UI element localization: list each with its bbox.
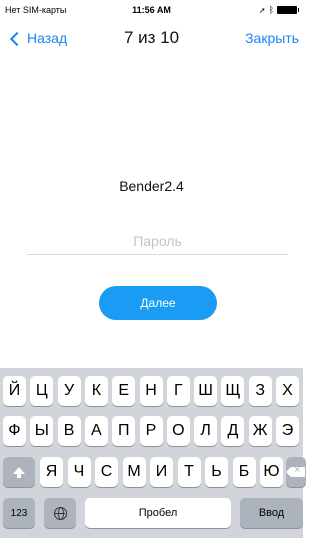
status-icons: ➚ ᛒ xyxy=(258,5,299,15)
key-И[interactable]: И xyxy=(150,457,173,487)
key-Ф[interactable]: Ф xyxy=(3,416,26,446)
key-А[interactable]: А xyxy=(84,416,108,446)
globe-icon xyxy=(53,506,67,520)
key-Л[interactable]: Л xyxy=(194,416,218,446)
key-Ч[interactable]: Ч xyxy=(67,457,91,487)
key-Ш[interactable]: Ш xyxy=(194,376,218,406)
status-bar: Нет SIM-карты 11:56 AM ➚ ᛒ xyxy=(0,0,303,20)
password-field[interactable] xyxy=(27,228,288,255)
key-Ю[interactable]: Ю xyxy=(260,457,283,487)
key-Щ[interactable]: Щ xyxy=(221,376,245,406)
key-У[interactable]: У xyxy=(57,376,81,406)
key-З[interactable]: З xyxy=(248,376,272,406)
chevron-left-icon xyxy=(9,31,25,46)
key-С[interactable]: С xyxy=(95,457,118,487)
numbers-key[interactable]: 123 xyxy=(3,498,35,528)
back-label: Назад xyxy=(27,30,68,46)
shift-key[interactable] xyxy=(3,457,35,487)
key-Н[interactable]: Н xyxy=(139,376,163,406)
key-Я[interactable]: Я xyxy=(40,457,63,487)
key-П[interactable]: П xyxy=(112,416,136,446)
key-К[interactable]: К xyxy=(84,376,108,406)
close-button[interactable]: Закрыть xyxy=(245,30,299,46)
key-Ы[interactable]: Ы xyxy=(30,416,54,446)
space-key[interactable]: Пробел xyxy=(85,498,231,528)
key-Ц[interactable]: Ц xyxy=(30,376,54,406)
key-В[interactable]: В xyxy=(57,416,81,446)
key-М[interactable]: М xyxy=(122,457,146,487)
key-Р[interactable]: Р xyxy=(139,416,163,446)
key-Й[interactable]: Й xyxy=(3,376,26,406)
shift-icon xyxy=(13,466,25,478)
enter-key[interactable]: Ввод xyxy=(240,498,303,528)
key-Е[interactable]: Е xyxy=(112,376,136,406)
battery-icon xyxy=(277,6,299,14)
location-icon: ➚ xyxy=(258,5,266,15)
next-button[interactable]: Далее xyxy=(99,286,217,320)
bluetooth-icon: ᛒ xyxy=(268,5,274,15)
clock-label: 11:56 AM xyxy=(132,5,171,15)
key-Ж[interactable]: Ж xyxy=(248,416,272,446)
back-button[interactable]: Назад xyxy=(9,30,68,46)
key-О[interactable]: О xyxy=(166,416,190,446)
keyboard: ЙЦУКЕНГШЩЗХ ФЫВАПРОЛДЖЭ ЯЧСМИТЬБЮ 123 Пр… xyxy=(0,368,306,538)
key-Г[interactable]: Г xyxy=(166,376,190,406)
key-Д[interactable]: Д xyxy=(221,416,245,446)
username-label: Bender2.4 xyxy=(119,178,184,194)
navigation-bar: Назад 7 из 10 Закрыть xyxy=(0,22,303,58)
key-Ь[interactable]: Ь xyxy=(205,457,228,487)
key-Х[interactable]: Х xyxy=(276,376,299,406)
key-Э[interactable]: Э xyxy=(276,416,299,446)
backspace-key[interactable] xyxy=(286,457,306,487)
key-Т[interactable]: Т xyxy=(177,457,201,487)
globe-key[interactable] xyxy=(44,498,76,528)
backspace-icon xyxy=(286,464,305,477)
key-Б[interactable]: Б xyxy=(232,457,256,487)
